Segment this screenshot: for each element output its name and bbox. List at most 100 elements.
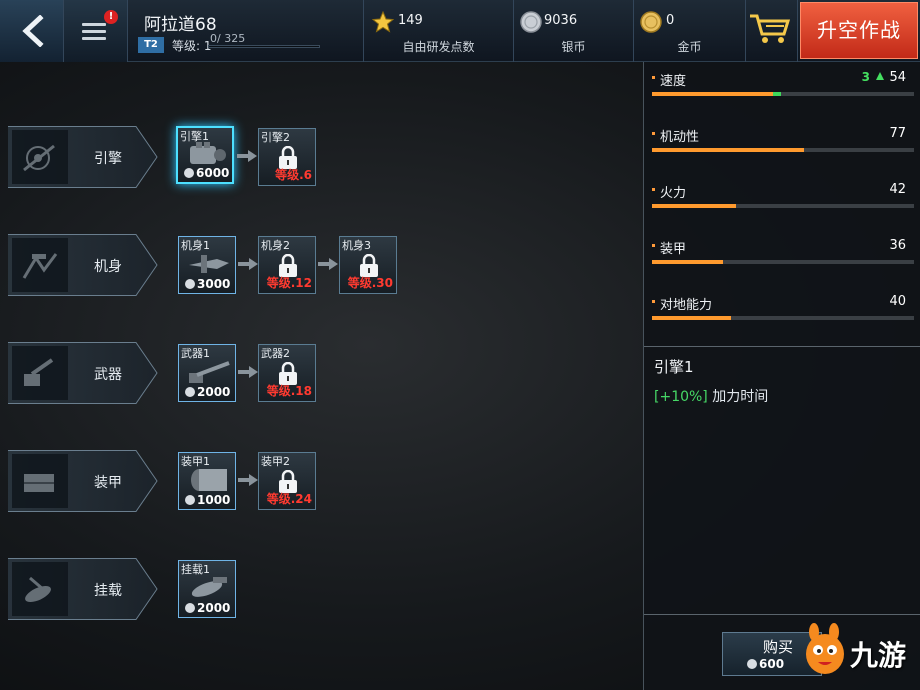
airframe-part-icon bbox=[189, 255, 229, 273]
level-requirement: 等级.30 bbox=[347, 276, 393, 290]
module-name: 机身3 bbox=[342, 239, 371, 252]
weapon-icon bbox=[24, 358, 54, 386]
menu-icon bbox=[82, 23, 106, 44]
module-price: 6000 bbox=[184, 166, 229, 180]
launch-battle-button[interactable]: 升空作战 bbox=[800, 2, 918, 59]
silver-label: 银币 bbox=[561, 40, 586, 54]
module-airframe-1[interactable]: 机身1 3000 bbox=[178, 236, 236, 294]
payload-icon bbox=[25, 576, 51, 603]
module-engine-1[interactable]: 引擎1 6000 bbox=[176, 126, 234, 184]
module-armor-1[interactable]: 装甲1 1000 bbox=[178, 452, 236, 510]
module-name: 引擎2 bbox=[261, 131, 290, 144]
arrow-right-icon bbox=[318, 258, 338, 270]
gold-currency: 0 金币 bbox=[634, 0, 746, 62]
armor-plate-icon bbox=[191, 469, 227, 491]
stat-bar bbox=[652, 148, 914, 152]
arrow-right-icon bbox=[238, 474, 258, 486]
module-price: 2000 bbox=[185, 385, 230, 399]
top-bar: ! 阿拉道68 T2 等级: 1 0/ 325 149 自由研发点数 9036 … bbox=[0, 0, 920, 62]
module-name: 武器2 bbox=[261, 347, 290, 360]
divider bbox=[644, 346, 920, 347]
stat-name: 速度 bbox=[660, 74, 687, 89]
module-payload-1[interactable]: 挂载1 2000 bbox=[178, 560, 236, 618]
category-payload[interactable]: 挂载 bbox=[8, 558, 163, 620]
level-requirement: 等级.6 bbox=[275, 168, 312, 182]
selected-module-effect: [+10%] 加力时间 bbox=[654, 386, 768, 406]
shop-cart-button[interactable] bbox=[746, 0, 798, 62]
category-airframe[interactable]: 机身 bbox=[8, 234, 163, 296]
silver-currency: 9036 银币 bbox=[514, 0, 634, 62]
research-points-label: 自由研发点数 bbox=[402, 40, 475, 54]
stat-name: 机动性 bbox=[660, 130, 700, 145]
category-label: 挂载 bbox=[94, 583, 122, 599]
cart-icon bbox=[750, 14, 791, 43]
research-points-value: 149 bbox=[398, 13, 423, 28]
mascot-icon bbox=[806, 623, 844, 674]
upgrade-tree: 引擎 引擎1 6000 引擎2 等级.6 机身 机身1 3000 机身2 等级.… bbox=[0, 62, 643, 690]
stat-value: 42 bbox=[889, 182, 906, 197]
gold-coin-icon bbox=[640, 11, 662, 33]
stat-bar bbox=[652, 92, 914, 96]
engine-part-icon bbox=[190, 142, 226, 164]
player-name: 阿拉道68 bbox=[144, 15, 217, 35]
arrow-right-icon bbox=[237, 150, 257, 162]
xp-bar bbox=[208, 45, 320, 48]
stat-name: 对地能力 bbox=[660, 298, 713, 313]
module-name: 机身2 bbox=[261, 239, 290, 252]
category-label: 武器 bbox=[94, 367, 122, 383]
effect-text: 加力时间 bbox=[712, 389, 769, 405]
level-requirement: 等级.12 bbox=[266, 276, 312, 290]
module-engine-2[interactable]: 引擎2 等级.6 bbox=[258, 128, 316, 186]
gold-value: 0 bbox=[666, 13, 675, 28]
module-weapon-1[interactable]: 武器1 2000 bbox=[178, 344, 236, 402]
stat-value: 54 bbox=[889, 70, 906, 85]
module-armor-2[interactable]: 装甲2 等级.24 bbox=[258, 452, 316, 510]
stat-bar bbox=[652, 204, 914, 208]
gun-part-icon bbox=[189, 361, 230, 383]
category-weapon[interactable]: 武器 bbox=[8, 342, 163, 404]
stat-value: 77 bbox=[889, 126, 906, 141]
module-name: 装甲2 bbox=[261, 455, 290, 468]
tier-badge: T2 bbox=[138, 37, 164, 53]
category-engine[interactable]: 引擎 bbox=[8, 126, 163, 188]
watermark-text: 九游 bbox=[850, 639, 907, 672]
module-airframe-2[interactable]: 机身2 等级.12 bbox=[258, 236, 316, 294]
stat-ground-attack: 对地能力 40 bbox=[652, 294, 914, 334]
module-price: 1000 bbox=[185, 493, 230, 507]
category-label: 引擎 bbox=[94, 151, 122, 167]
stat-firepower: 火力 42 bbox=[652, 182, 914, 222]
notification-badge: ! bbox=[104, 10, 118, 24]
silver-coin-icon bbox=[747, 659, 757, 669]
module-weapon-2[interactable]: 武器2 等级.18 bbox=[258, 344, 316, 402]
silver-coin-icon bbox=[520, 11, 542, 33]
module-price: 3000 bbox=[185, 277, 230, 291]
module-airframe-3[interactable]: 机身3 等级.30 bbox=[339, 236, 397, 294]
armor-icon bbox=[24, 474, 54, 492]
stat-bar bbox=[652, 316, 914, 320]
stats-panel: 速度 3 54 机动性 77 火力 42 装甲 36 对地能力 40 引擎1 [… bbox=[643, 62, 920, 690]
level-requirement: 等级.24 bbox=[266, 492, 312, 506]
player-info: 阿拉道68 T2 等级: 1 0/ 325 bbox=[128, 0, 364, 62]
back-button[interactable] bbox=[0, 0, 64, 62]
category-label: 机身 bbox=[94, 259, 122, 275]
airframe-icon bbox=[22, 253, 58, 279]
category-armor[interactable]: 装甲 bbox=[8, 450, 163, 512]
research-points: 149 自由研发点数 bbox=[364, 0, 514, 62]
stat-bonus: 3 bbox=[861, 70, 870, 84]
up-arrow-icon bbox=[876, 72, 884, 80]
star-icon bbox=[372, 11, 394, 33]
menu-button[interactable]: ! bbox=[64, 0, 128, 62]
gold-label: 金币 bbox=[677, 40, 702, 54]
stat-value: 40 bbox=[889, 294, 906, 309]
level-requirement: 等级.18 bbox=[266, 384, 312, 398]
stat-speed: 速度 3 54 bbox=[652, 70, 914, 110]
divider bbox=[644, 614, 920, 615]
stat-name: 火力 bbox=[660, 186, 687, 201]
arrow-right-icon bbox=[238, 366, 258, 378]
stat-name: 装甲 bbox=[660, 242, 687, 257]
stat-armor: 装甲 36 bbox=[652, 238, 914, 278]
stat-bar bbox=[652, 260, 914, 264]
engine-icon bbox=[23, 144, 55, 172]
effect-percent: [+10%] bbox=[654, 389, 708, 405]
silver-value: 9036 bbox=[544, 13, 578, 28]
